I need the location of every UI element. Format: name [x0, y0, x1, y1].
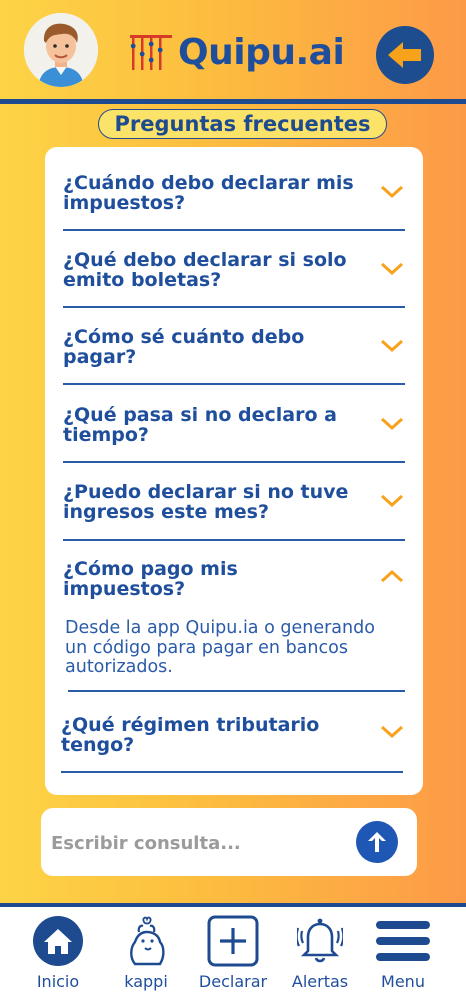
faq-question: ¿Cuándo debo declarar mis impuestos?	[63, 172, 354, 214]
capybara-icon	[101, 914, 191, 968]
faq-divider	[63, 383, 405, 385]
nav-label: Menu	[381, 972, 425, 991]
chevron-down-icon[interactable]	[379, 181, 405, 201]
faq-question: ¿Cómo pago mis impuestos?	[63, 558, 238, 600]
plus-square-icon	[188, 914, 278, 968]
arrow-left-icon	[388, 42, 421, 68]
faq-question: ¿Qué pasa si no declaro a tiempo?	[63, 404, 337, 446]
faq-title: Preguntas frecuentes	[98, 109, 387, 139]
chevron-up-icon[interactable]	[379, 566, 405, 586]
logo-text: Quipu.ai	[178, 32, 345, 73]
chevron-down-icon[interactable]	[379, 490, 405, 510]
home-icon	[13, 914, 103, 968]
faq-answer: Desde la app Quipu.ia o generando un cód…	[65, 618, 375, 677]
nav-label: Inicio	[36, 972, 80, 991]
chevron-down-icon[interactable]	[379, 258, 405, 278]
faq-item-expanded[interactable]: ¿Cómo pago mis impuestos? Desde la app Q…	[63, 559, 405, 693]
app-header: Quipu.ai	[0, 0, 466, 101]
faq-divider	[63, 461, 405, 463]
nav-item-kappi[interactable]: kappi	[101, 910, 191, 1002]
query-box	[41, 808, 417, 876]
bell-icon	[275, 914, 365, 968]
faq-divider	[63, 306, 405, 308]
faq-item[interactable]: ¿Qué régimen tributario tengo?	[61, 714, 405, 775]
abacus-logo-icon	[130, 35, 172, 70]
send-button[interactable]	[356, 821, 398, 863]
faq-item[interactable]: ¿Cuándo debo declarar mis impuestos?	[63, 173, 405, 231]
faq-question: ¿Puedo declarar si no tuve ingresos este…	[63, 481, 349, 523]
bottom-nav-divider	[0, 903, 466, 907]
hamburger-icon	[358, 914, 448, 968]
nav-item-declarar[interactable]: Declarar	[188, 910, 278, 1002]
header-divider	[0, 99, 466, 104]
faq-item[interactable]: ¿Qué debo declarar si solo emito boletas…	[63, 250, 405, 308]
quipu-logo: Quipu.ai	[128, 30, 345, 76]
arrow-up-icon	[368, 832, 386, 852]
faq-question: ¿Qué régimen tributario tengo?	[61, 714, 320, 756]
nav-label: Alertas	[291, 972, 349, 991]
nav-item-menu[interactable]: Menu	[358, 910, 448, 1002]
nav-item-inicio[interactable]: Inicio	[13, 910, 103, 1002]
faq-item[interactable]: ¿Qué pasa si no declaro a tiempo?	[63, 405, 405, 463]
back-button[interactable]	[376, 26, 434, 84]
chevron-down-icon[interactable]	[379, 413, 405, 433]
nav-label: kappi	[124, 972, 168, 991]
faq-divider	[63, 229, 405, 231]
nav-label: Declarar	[198, 972, 268, 991]
user-avatar-icon[interactable]	[24, 13, 98, 87]
faq-item[interactable]: ¿Puedo declarar si no tuve ingresos este…	[63, 481, 405, 541]
faq-divider	[68, 690, 405, 692]
faq-question: ¿Cómo sé cuánto debo pagar?	[63, 326, 305, 368]
nav-item-alertas[interactable]: Alertas	[275, 910, 365, 1002]
faq-item[interactable]: ¿Cómo sé cuánto debo pagar?	[63, 327, 405, 385]
faq-divider	[61, 771, 403, 773]
faq-divider	[63, 539, 405, 541]
query-input[interactable]	[51, 830, 341, 856]
faq-question: ¿Qué debo declarar si solo emito boletas…	[63, 249, 347, 291]
chevron-down-icon[interactable]	[379, 335, 405, 355]
chevron-down-icon[interactable]	[379, 721, 405, 741]
faq-card: ¿Cuándo debo declarar mis impuestos? ¿Qu…	[45, 147, 423, 795]
